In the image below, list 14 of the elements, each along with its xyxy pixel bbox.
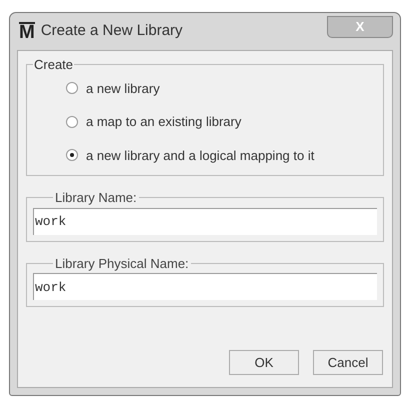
- radio-icon[interactable]: [66, 82, 78, 94]
- field-label: Library Name:: [54, 189, 138, 207]
- name-input[interactable]: work: [33, 273, 377, 300]
- radio-option[interactable]: a map to an existing library: [66, 112, 377, 132]
- radio-icon[interactable]: [66, 116, 78, 128]
- radio-option[interactable]: a new library: [66, 78, 377, 98]
- field-label: Library Physical Name:: [54, 254, 190, 273]
- radio-icon[interactable]: [66, 149, 78, 162]
- dialog-button[interactable]: Cancel: [313, 350, 383, 375]
- radio-option[interactable]: a new library and a logical mapping to it: [66, 146, 377, 165]
- dialog-button[interactable]: OK: [229, 350, 299, 375]
- name-input[interactable]: work: [33, 208, 377, 234]
- group-label: Create: [33, 56, 74, 74]
- window-title: Create a New Library: [40, 21, 183, 42]
